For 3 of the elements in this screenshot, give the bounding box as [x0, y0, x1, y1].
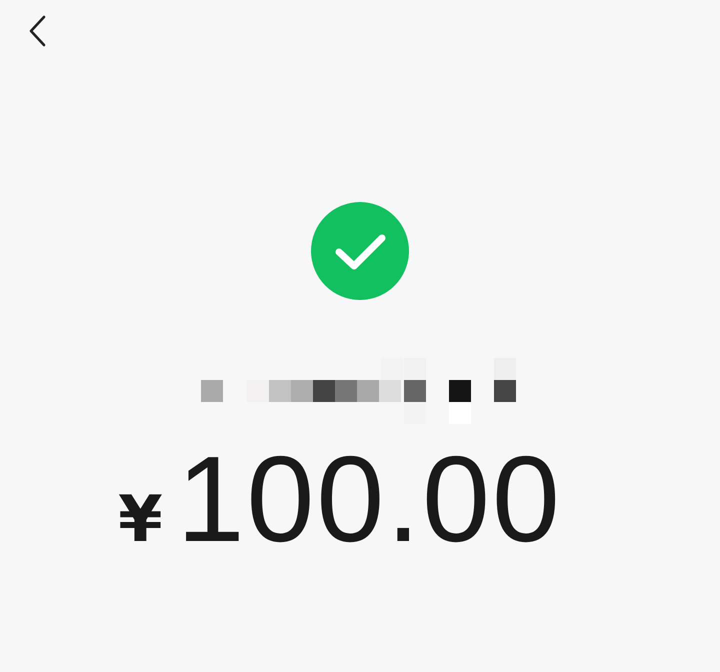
success-check-icon: [311, 202, 409, 300]
currency-symbol: ¥: [118, 483, 163, 557]
amount-value: 100.00: [176, 438, 562, 560]
